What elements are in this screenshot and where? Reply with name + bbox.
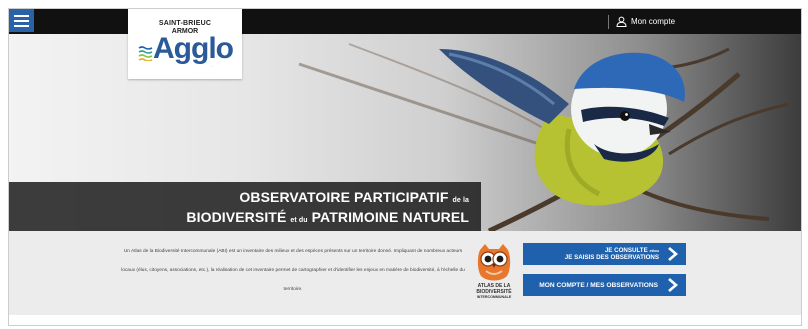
account-label: Mon compte (631, 17, 676, 26)
logo-line-1: SAINT-BRIEUC (158, 20, 212, 27)
chevron-right-icon (668, 247, 678, 261)
divider (608, 14, 609, 29)
chevron-right-icon (668, 278, 678, 292)
logo-wordmark: Agglo (153, 32, 234, 65)
logo-tagline: ... (210, 64, 213, 68)
hamburger-menu-icon (14, 14, 29, 17)
hero-title-line-2: BIODIVERSITÉ et du PATRIMOINE NATUREL (186, 209, 469, 225)
agglo-logo[interactable]: SAINT-BRIEUC ARMOR Agglo ... (128, 9, 242, 79)
page-frame: Mon compte SAINT-BRIEUC ARMOR Agglo ... (8, 8, 802, 326)
owl-icon (477, 244, 511, 281)
consult-button-label: JE CONSULTE et/ou JE SAISIS DES OBSERVAT… (564, 246, 659, 262)
menu-button[interactable] (9, 9, 34, 32)
logo-waves-icon (138, 46, 153, 61)
hero-title-line-1: OBSERVATOIRE PARTICIPATIF de la (239, 189, 469, 205)
my-account-observations-button[interactable]: MON COMPTE / MES OBSERVATIONS (523, 274, 686, 296)
account-observations-label: MON COMPTE / MES OBSERVATIONS (539, 281, 658, 289)
atlas-logo-text: ATLAS DE LA BIODIVERSITÉ INTERCOMMUNALE (476, 283, 512, 299)
atlas-description: Un Atlas de la Biodiversité Intercommuna… (121, 249, 465, 292)
hero-title-banner: OBSERVATOIRE PARTICIPATIF de la BIODIVER… (9, 182, 481, 231)
account-link[interactable]: Mon compte (608, 9, 675, 34)
intro-section: Un Atlas de la Biodiversité Intercommuna… (9, 231, 801, 315)
consult-observations-button[interactable]: JE CONSULTE et/ou JE SAISIS DES OBSERVAT… (523, 243, 686, 265)
atlas-logo: ATLAS DE LA BIODIVERSITÉ INTERCOMMUNALE (471, 242, 517, 308)
user-icon (616, 16, 627, 27)
